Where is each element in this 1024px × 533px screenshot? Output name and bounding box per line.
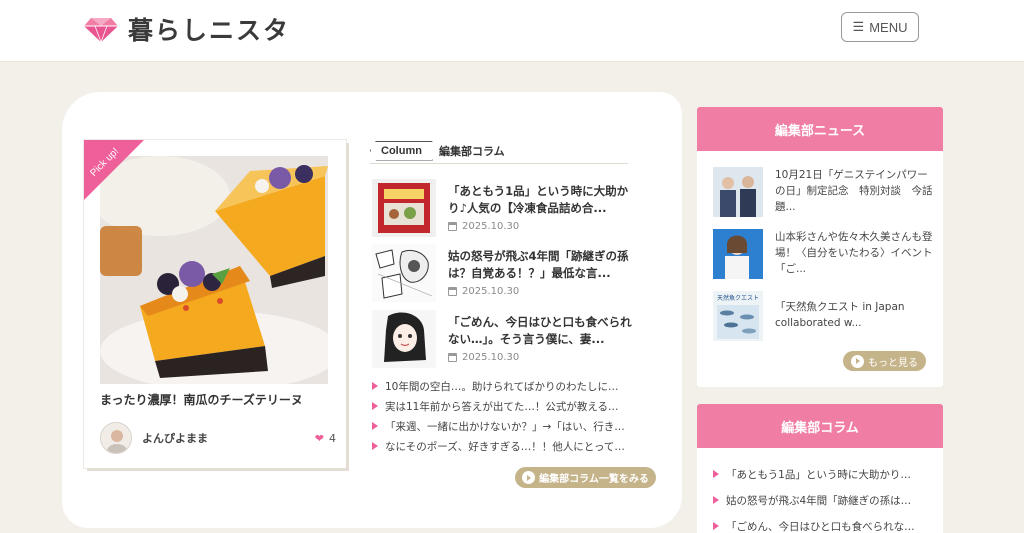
diamond-icon — [84, 18, 118, 43]
news-text[interactable]: 10月21日「ゲニステインパワーの日」制定記念 特別対談 今話題... — [775, 167, 935, 215]
news-item[interactable]: 天然魚クエスト 「天然魚クエスト in Japan collaborated w… — [713, 291, 928, 341]
news-thumbnail[interactable]: 天然魚クエスト — [713, 291, 763, 341]
news-item[interactable]: 10月21日「ゲニステインパワーの日」制定記念 特別対談 今話題... — [713, 167, 933, 217]
link-text[interactable]: 「ごめん、今日はひと口も食べられな… — [726, 519, 915, 533]
sidebar-news-heading: 編集部ニュース — [697, 107, 943, 151]
pickup-author: よんぴよまま ❤ 4 — [100, 421, 336, 455]
news-text[interactable]: 「天然魚クエスト in Japan collaborated w... — [775, 299, 935, 331]
article-thumbnail[interactable] — [372, 310, 436, 368]
list-item[interactable]: 姑の怒号が飛ぶ4年間「跡継ぎの孫は… — [713, 487, 935, 513]
pickup-ribbon: Pick up! — [84, 140, 144, 200]
sidebar-column-links: 「あともう1品」という時に大助かり… 姑の怒号が飛ぶ4年間「跡継ぎの孫は… 「ご… — [713, 461, 935, 533]
avatar[interactable] — [100, 422, 132, 454]
sidebar-news-card: 編集部ニュース 10月21日「ゲニステインパワーの日」制定記念 特別対談 今話題… — [697, 107, 943, 387]
link-text[interactable]: 「来週、一緒に出かけないか？」→「はい、行き… — [385, 419, 625, 434]
article-date: 2025.10.30 — [448, 286, 519, 297]
sidebar-column-heading: 編集部コラム — [697, 404, 943, 448]
site-logo[interactable]: 暮らしニスタ — [82, 12, 290, 46]
calendar-icon — [448, 353, 457, 362]
triangle-right-icon — [713, 496, 719, 504]
article-title[interactable]: 姑の怒号が飛ぶ4年間「跡継ぎの孫は？自覚ある！？」最低な言... — [448, 248, 634, 282]
news-more-button[interactable]: もっと見る — [843, 351, 926, 371]
link-text[interactable]: 実は11年前から答えが出てた…！公式が教える… — [385, 399, 619, 414]
like-count: ❤ 4 — [315, 432, 336, 445]
menu-button[interactable]: ☰ MENU — [841, 12, 919, 42]
link-text[interactable]: なにそのポーズ、好きすぎる…！！他人にとって… — [385, 439, 625, 454]
article-date-text: 2025.10.30 — [462, 221, 520, 232]
triangle-right-icon — [372, 442, 378, 450]
pickup-article[interactable]: Pick up! まったり濃厚！南瓜のチーズテリーヌ よんぴよまま ❤ 4 — [84, 140, 346, 468]
article-date-text: 2025.10.30 — [462, 286, 520, 297]
news-more-label: もっと見る — [868, 357, 918, 369]
article-thumbnail[interactable] — [372, 244, 436, 302]
list-item[interactable]: 「来週、一緒に出かけないか？」→「はい、行き… — [372, 416, 634, 436]
column-more-button[interactable]: 編集部コラム一覧をみる — [515, 467, 656, 488]
triangle-right-icon — [372, 382, 378, 390]
article-date-text: 2025.10.30 — [462, 352, 520, 363]
column-link-list: 10年間の空白…。助けられてばかりのわたしに… 実は11年前から答えが出てた…！… — [372, 376, 634, 456]
link-text[interactable]: 「あともう1品」という時に大助かり… — [726, 467, 911, 482]
play-icon — [851, 354, 864, 368]
triangle-right-icon — [372, 422, 378, 430]
calendar-icon — [448, 222, 457, 231]
article-date: 2025.10.30 — [448, 352, 519, 363]
hamburger-icon: ☰ — [852, 19, 865, 34]
author-name[interactable]: よんぴよまま — [142, 430, 208, 446]
calendar-icon — [448, 287, 457, 296]
logo-text: 暮らしニスタ — [128, 16, 291, 45]
heart-icon: ❤ — [314, 431, 324, 445]
triangle-right-icon — [713, 522, 719, 530]
news-thumbnail[interactable] — [713, 167, 763, 217]
list-item[interactable]: 「あともう1品」という時に大助かり… — [713, 461, 935, 487]
list-item[interactable]: 10年間の空白…。助けられてばかりのわたしに… — [372, 376, 634, 396]
article-date: 2025.10.30 — [448, 221, 519, 232]
column-header: Column 編集部コラム — [370, 138, 628, 164]
list-item[interactable]: 「ごめん、今日はひと口も食べられな… — [713, 513, 935, 533]
triangle-right-icon — [713, 470, 719, 478]
pickup-title[interactable]: まったり濃厚！南瓜のチーズテリーヌ — [100, 391, 335, 408]
article-thumbnail[interactable] — [372, 179, 436, 237]
play-icon — [522, 471, 536, 484]
menu-label: MENU — [869, 19, 908, 35]
column-article[interactable]: 姑の怒号が飛ぶ4年間「跡継ぎの孫は？自覚ある！？」最低な言... 2025.10… — [372, 244, 630, 302]
column-subtitle: 編集部コラム — [438, 144, 505, 158]
column-tag: Column — [370, 141, 433, 161]
column-article[interactable]: 「あともう1品」という時に大助かり♪人気の【冷凍食品詰め合... 2025.10… — [372, 179, 630, 237]
link-text[interactable]: 姑の怒号が飛ぶ4年間「跡継ぎの孫は… — [726, 493, 911, 508]
list-item[interactable]: なにそのポーズ、好きすぎる…！！他人にとって… — [372, 436, 634, 456]
like-count-value: 4 — [329, 431, 336, 445]
article-title[interactable]: 「あともう1品」という時に大助かり♪人気の【冷凍食品詰め合... — [448, 183, 634, 217]
column-more-label: 編集部コラム一覧をみる — [539, 474, 649, 485]
list-item[interactable]: 実は11年前から答えが出てた…！公式が教える… — [372, 396, 634, 416]
link-text[interactable]: 10年間の空白…。助けられてばかりのわたしに… — [385, 379, 619, 394]
svg-text:天然魚クエスト: 天然魚クエスト — [717, 294, 759, 302]
sidebar-column-card: 編集部コラム 「あともう1品」という時に大助かり… 姑の怒号が飛ぶ4年間「跡継ぎ… — [697, 404, 943, 533]
news-thumbnail[interactable] — [713, 229, 763, 279]
news-item[interactable]: 山本彩さんや佐々木久美さんも登場！〈自分をいたわる〉イベント「ご... — [713, 229, 933, 279]
news-text[interactable]: 山本彩さんや佐々木久美さんも登場！〈自分をいたわる〉イベント「ご... — [775, 229, 935, 277]
site-header: 暮らしニスタ ☰ MENU — [0, 0, 1024, 62]
article-title[interactable]: 「ごめん、今日はひと口も食べられない…」。そう言う僕に、妻... — [448, 314, 634, 348]
triangle-right-icon — [372, 402, 378, 410]
column-article[interactable]: 「ごめん、今日はひと口も食べられない…」。そう言う僕に、妻... 2025.10… — [372, 310, 632, 368]
